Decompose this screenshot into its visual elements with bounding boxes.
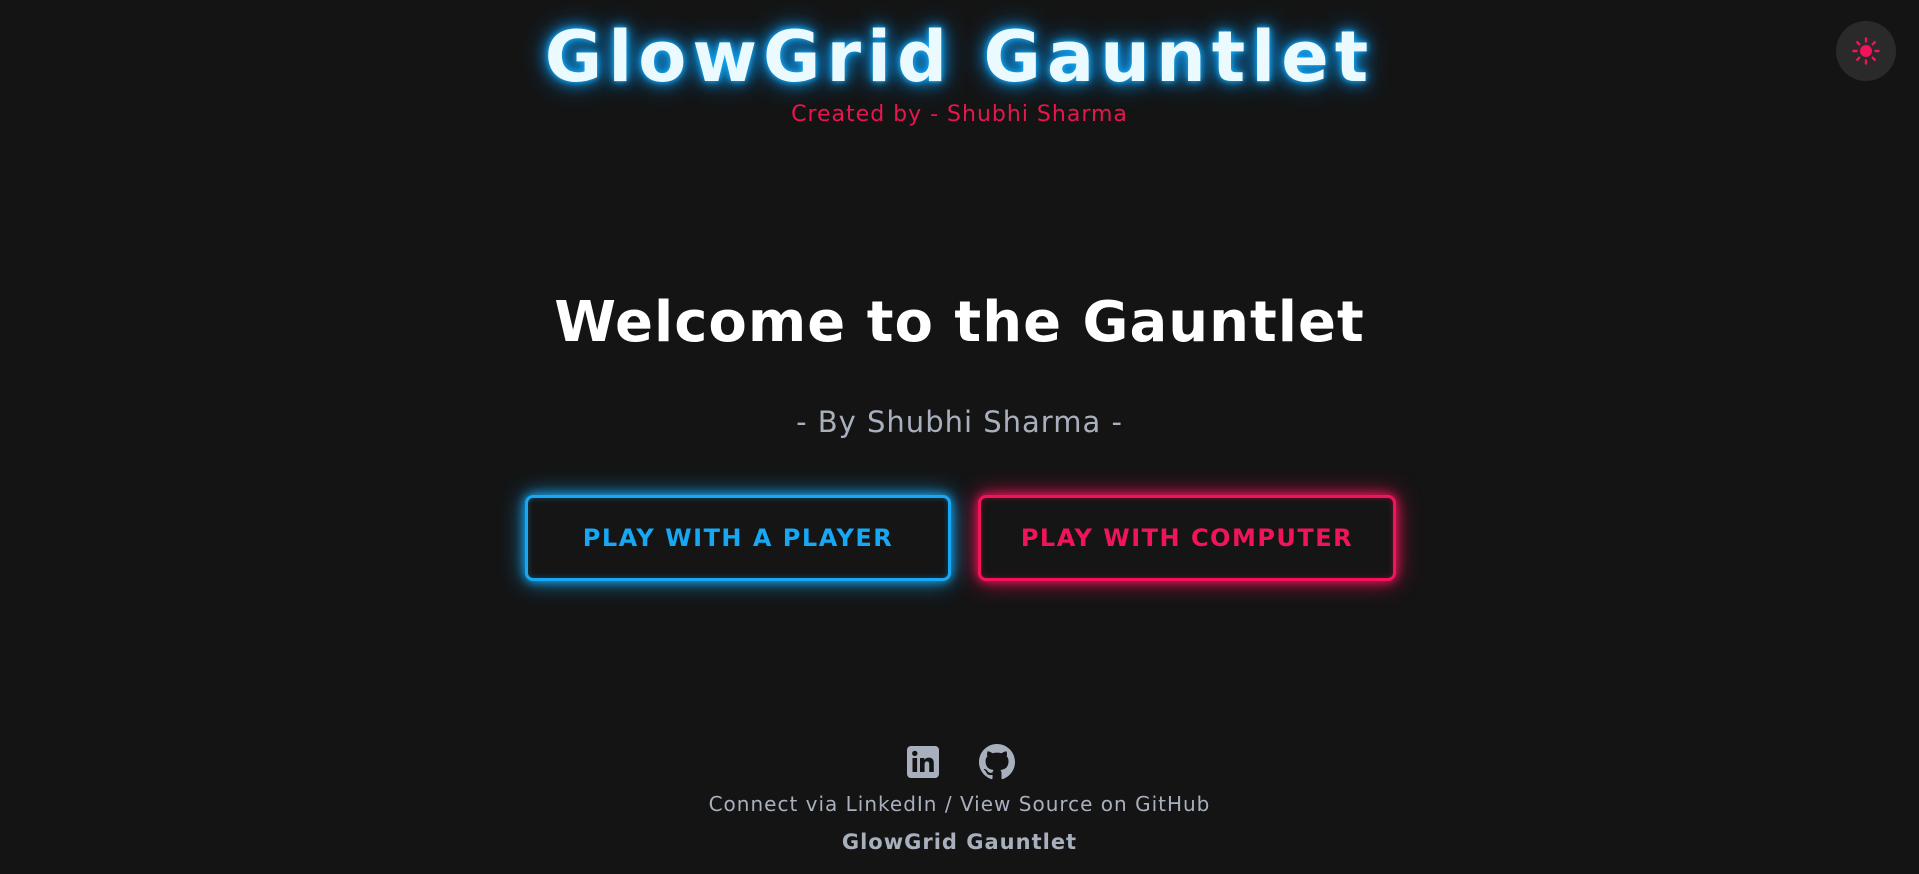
footer-separator: / <box>937 792 960 816</box>
author-byline: - By Shubhi Sharma - <box>796 405 1123 439</box>
sun-icon <box>1852 37 1880 65</box>
github-link[interactable] <box>978 744 1015 780</box>
play-with-player-button[interactable]: PLAY WITH A PLAYER <box>525 495 951 581</box>
github-icon <box>978 744 1015 780</box>
game-title: GlowGrid Gauntlet <box>544 16 1375 98</box>
play-with-computer-button[interactable]: PLAY WITH COMPUTER <box>978 495 1396 581</box>
footer-brand: GlowGrid Gauntlet <box>841 830 1078 854</box>
footer-links: Connect via LinkedIn / View Source on Gi… <box>0 792 1919 816</box>
github-text-link[interactable]: View Source on GitHub <box>960 792 1210 816</box>
theme-toggle-button[interactable] <box>1836 21 1896 81</box>
linkedin-icon <box>906 746 939 778</box>
linkedin-link[interactable] <box>905 744 941 780</box>
linkedin-text-link[interactable]: Connect via LinkedIn <box>709 792 938 816</box>
social-links <box>0 744 1919 780</box>
header: GlowGrid Gauntlet Created by - Shubhi Sh… <box>0 14 1919 127</box>
creator-subtitle: Created by - Shubhi Sharma <box>791 102 1128 127</box>
welcome-heading: Welcome to the Gauntlet <box>554 290 1365 355</box>
page: GlowGrid Gauntlet Created by - Shubhi Sh… <box>0 0 1919 874</box>
